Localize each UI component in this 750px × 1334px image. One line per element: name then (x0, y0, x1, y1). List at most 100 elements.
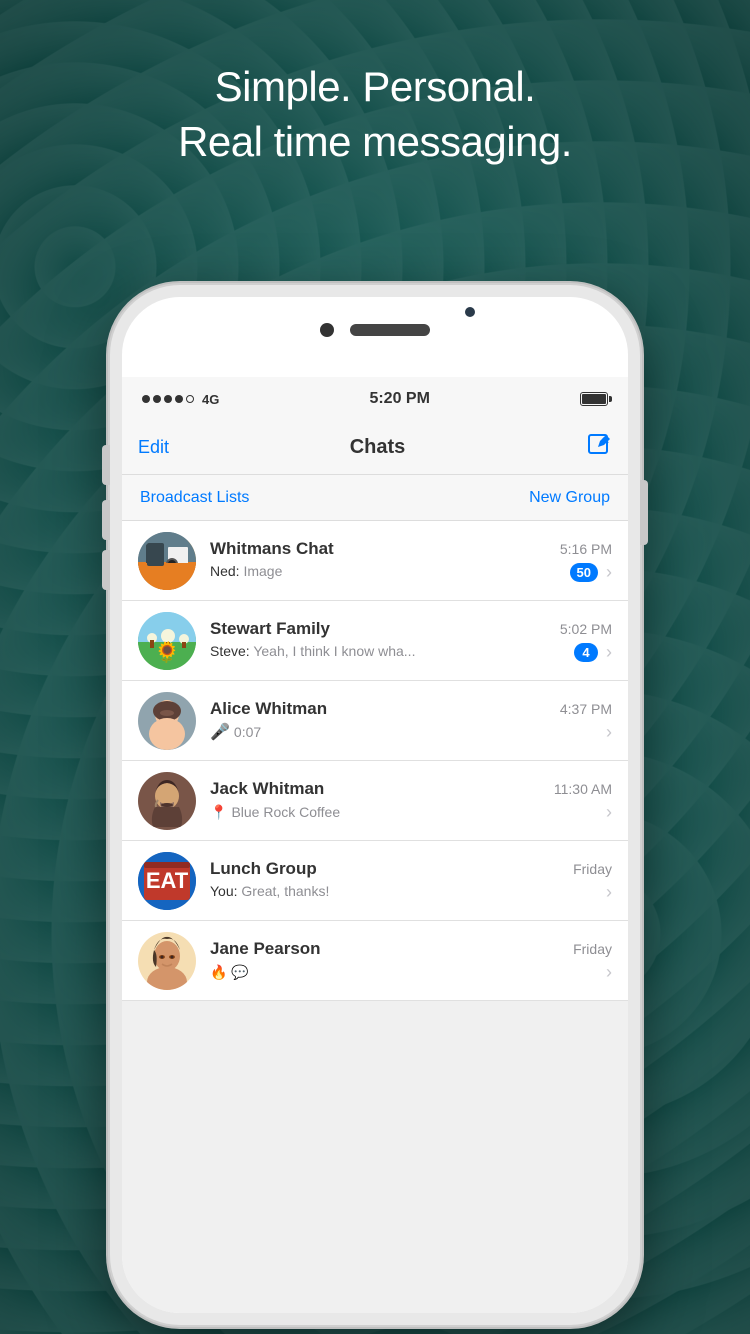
chat-right-alice: › (606, 722, 612, 743)
chat-time-jane: Friday (573, 941, 612, 957)
phone-inner: 4G 5:20 PM Edit Chats (122, 297, 628, 1313)
chat-content-stewart: Stewart Family 5:02 PM Steve: Yeah, I th… (210, 619, 612, 663)
alice-avatar-svg (138, 692, 196, 750)
tagline-line2: Real time messaging. (0, 115, 750, 170)
chat-preview-whitmans: Ned: Image 50 › (210, 562, 612, 583)
lunch-avatar-bg: EAT (138, 852, 196, 910)
chat-sender-lunch: You: (210, 883, 241, 899)
edit-button[interactable]: Edit (138, 437, 169, 458)
chat-right-stewart: 4 › (574, 642, 612, 663)
chat-header-jane: Jane Pearson Friday (210, 939, 612, 959)
chat-header-jack: Jack Whitman 11:30 AM (210, 779, 612, 799)
camera-dot (320, 323, 334, 337)
chevron-alice: › (606, 722, 612, 743)
svg-text:EAT: EAT (146, 868, 189, 893)
chat-name-jane: Jane Pearson (210, 939, 321, 959)
new-group-button[interactable]: New Group (529, 489, 610, 507)
chat-content-whitmans: Whitmans Chat 5:16 PM Ned: Image 50 › (210, 539, 612, 583)
phone-shell: 4G 5:20 PM Edit Chats (110, 285, 640, 1325)
chat-msg-lunch: Great, thanks! (241, 883, 329, 899)
chat-item-alice[interactable]: Alice Whitman 4:37 PM 🎤 0:07 › (122, 681, 628, 761)
whitmans-avatar-svg (138, 532, 196, 590)
chat-time-stewart: 5:02 PM (560, 621, 612, 637)
phone-top-bar (320, 323, 430, 337)
broadcast-lists-button[interactable]: Broadcast Lists (140, 489, 249, 507)
chat-preview-stewart: Steve: Yeah, I think I know wha... 4 › (210, 642, 612, 663)
avatar-stewart-bg (138, 612, 196, 670)
chat-right-whitmans: 50 › (570, 562, 612, 583)
chat-right-jane: › (606, 962, 612, 983)
avatar-whitmans (138, 532, 196, 590)
chat-item-lunch[interactable]: EAT Lunch Group Friday You: (122, 841, 628, 921)
preview-line-jane: 🔥 💬 (210, 964, 249, 981)
tagline-line1: Simple. Personal. (0, 60, 750, 115)
status-bar: 4G 5:20 PM (122, 377, 628, 421)
chevron-lunch: › (606, 882, 612, 903)
chat-msg-alice: 0:07 (234, 724, 261, 740)
chat-name-alice: Alice Whitman (210, 699, 327, 719)
chat-sender-whitmans: Ned: (210, 563, 243, 579)
preview-voice-alice: 🎤 0:07 (210, 722, 261, 742)
signal-dot-2 (153, 395, 161, 403)
chat-msg-jack: Blue Rock Coffee (231, 804, 340, 820)
chat-item-whitmans[interactable]: Whitmans Chat 5:16 PM Ned: Image 50 › (122, 521, 628, 601)
signal-dot-5 (186, 395, 194, 403)
microphone-icon: 🎤 (210, 722, 230, 742)
avatar-alice (138, 692, 196, 750)
chat-sender-stewart: Steve: (210, 643, 253, 659)
chat-header-lunch: Lunch Group Friday (210, 859, 612, 879)
chat-msg-jane: 🔥 💬 (210, 964, 249, 981)
stewart-avatar-svg (138, 612, 196, 670)
chat-content-jack: Jack Whitman 11:30 AM 📍 Blue Rock Coffee… (210, 779, 612, 823)
chat-item-jack[interactable]: Jack Whitman 11:30 AM 📍 Blue Rock Coffee… (122, 761, 628, 841)
avatar-jane (138, 932, 196, 990)
chat-right-lunch: › (606, 882, 612, 903)
jane-avatar-svg (138, 932, 196, 990)
chat-msg-whitmans: Image (243, 563, 282, 579)
chat-name-stewart: Stewart Family (210, 619, 330, 639)
chat-list: Whitmans Chat 5:16 PM Ned: Image 50 › (122, 521, 628, 1001)
nav-bar: Edit Chats (122, 421, 628, 475)
signal-dot-4 (175, 395, 183, 403)
chat-right-jack: › (606, 802, 612, 823)
avatar-lunch: EAT (138, 852, 196, 910)
chat-content-lunch: Lunch Group Friday You: Great, thanks! › (210, 859, 612, 903)
location-pin-icon: 📍 (210, 804, 227, 821)
chat-time-alice: 4:37 PM (560, 701, 612, 717)
signal-area: 4G (142, 392, 219, 407)
chat-time-whitmans: 5:16 PM (560, 541, 612, 557)
signal-dots (142, 395, 194, 403)
chat-msg-stewart: Yeah, I think I know wha... (253, 643, 415, 659)
avatar-whitmans-bg (138, 532, 196, 590)
chat-item-stewart[interactable]: Stewart Family 5:02 PM Steve: Yeah, I th… (122, 601, 628, 681)
chat-preview-jane: 🔥 💬 › (210, 962, 612, 983)
chat-preview-jack: 📍 Blue Rock Coffee › (210, 802, 612, 823)
chat-header-stewart: Stewart Family 5:02 PM (210, 619, 612, 639)
chat-time-lunch: Friday (573, 861, 612, 877)
actions-row: Broadcast Lists New Group (122, 475, 628, 521)
speaker-grille (350, 324, 430, 336)
chat-preview-alice: 🎤 0:07 › (210, 722, 612, 743)
chat-time-jack: 11:30 AM (554, 781, 612, 797)
front-camera (465, 307, 475, 317)
compose-button[interactable] (586, 432, 612, 464)
battery-fill (582, 394, 606, 404)
network-type: 4G (202, 392, 219, 407)
status-time: 5:20 PM (369, 390, 429, 408)
chevron-whitmans: › (606, 562, 612, 583)
chat-name-lunch: Lunch Group (210, 859, 317, 879)
chat-name-jack: Jack Whitman (210, 779, 324, 799)
chat-name-whitmans: Whitmans Chat (210, 539, 334, 559)
chat-content-alice: Alice Whitman 4:37 PM 🎤 0:07 › (210, 699, 612, 743)
chevron-jack: › (606, 802, 612, 823)
badge-stewart: 4 (574, 643, 598, 662)
chat-item-jane[interactable]: Jane Pearson Friday 🔥 💬 › (122, 921, 628, 1001)
chats-title: Chats (350, 436, 406, 459)
avatar-jack (138, 772, 196, 830)
chat-header-alice: Alice Whitman 4:37 PM (210, 699, 612, 719)
signal-dot-3 (164, 395, 172, 403)
tagline-container: Simple. Personal. Real time messaging. (0, 60, 750, 169)
chevron-stewart: › (606, 642, 612, 663)
chat-preview-lunch: You: Great, thanks! › (210, 882, 612, 903)
jack-avatar-svg (138, 772, 196, 830)
